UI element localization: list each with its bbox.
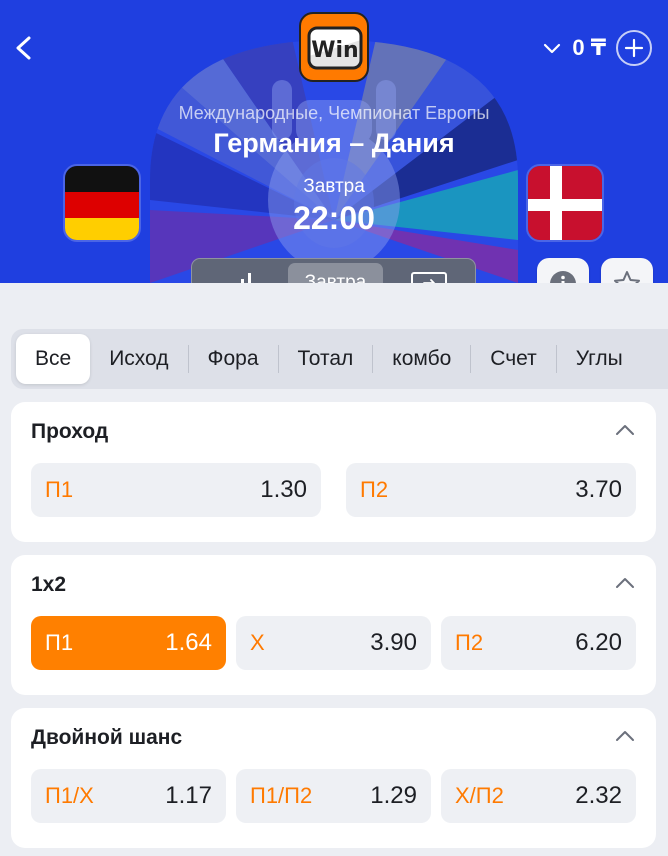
tab-handicap[interactable]: Фора [189,334,278,384]
odd-value: 1.64 [165,629,212,656]
odd-label: Х [250,630,265,655]
tv-screen-icon [410,272,447,283]
odd-value: 6.20 [575,629,622,656]
tab-score[interactable]: Счет [471,334,555,384]
chevron-left-icon [16,36,31,60]
chevron-down-icon[interactable] [542,38,562,58]
odd-button[interactable]: П2 6.20 [441,616,636,670]
odd-button-selected[interactable]: П1 1.64 [31,616,226,670]
app-logo: Win [299,12,369,82]
odd-value: 2.32 [575,782,622,809]
odd-label: П2 [455,630,484,655]
info-button[interactable] [537,258,589,283]
odd-button[interactable]: П1 1.30 [31,463,321,517]
tab-outcome[interactable]: Исход [90,334,187,384]
odd-button[interactable]: П1/П2 1.29 [236,769,431,823]
odd-label: П1 [45,477,74,502]
tv-tab[interactable] [387,263,471,283]
tomorrow-tab[interactable]: Завтра [288,263,383,283]
germany-flag [63,164,141,242]
market-title: Двойной шанс [31,726,183,749]
plus-icon [624,38,644,58]
tournament-name: Международные, Чемпионат Европы [178,103,490,123]
odd-button[interactable]: Х 3.90 [236,616,431,670]
odd-label: П2 [360,477,389,502]
match-header: Win 0 ₸ Международные, Чемпионат Европы … [0,0,668,283]
chevron-up-icon[interactable] [614,575,636,591]
info-icon [550,271,576,283]
odd-button[interactable]: Х/П2 2.32 [441,769,636,823]
chevron-up-icon[interactable] [614,728,636,744]
tab-total[interactable]: Тотал [279,334,373,384]
tab-corners[interactable]: Углы [557,334,642,384]
add-funds-button[interactable] [616,30,652,66]
odd-value: 1.29 [370,782,417,809]
tab-all[interactable]: Все [16,334,91,384]
odd-value: 3.70 [575,476,622,503]
market-card-1x2: 1х2 П1 1.64 Х 3.90 П2 6.20 [11,555,656,695]
stats-tab[interactable] [196,263,284,283]
match-view-switch: Завтра [191,258,476,283]
tab-combo[interactable]: комбо [373,334,470,384]
svg-text:Win: Win [311,38,358,63]
odd-label: П1 [45,630,74,655]
match-title: Германия – Дания [213,128,455,158]
market-title: Проход [31,420,109,443]
odd-value: 1.17 [165,782,212,809]
balance-amount[interactable]: 0 ₸ [572,35,606,61]
signal-bars-icon [241,273,252,283]
odd-value: 3.90 [370,629,417,656]
market-title: 1х2 [31,573,67,596]
denmark-flag [526,164,604,242]
market-tabs: Все Исход Фора Тотал комбо Счет Углы [11,329,668,389]
star-icon [614,271,640,283]
favorite-button[interactable] [601,258,653,283]
balance-area: 0 ₸ [542,30,652,66]
odd-label: П1/П2 [250,783,313,808]
odd-value: 1.30 [260,476,307,503]
back-button[interactable] [8,30,40,66]
market-card-double-chance: Двойной шанс П1/Х 1.17 П1/П2 1.29 Х/П2 2… [11,708,656,848]
odd-button[interactable]: П1/Х 1.17 [31,769,226,823]
market-card-qualification: Проход П1 1.30 П2 3.70 [11,402,656,542]
odd-button[interactable]: П2 3.70 [346,463,636,517]
chevron-up-icon[interactable] [614,422,636,438]
odd-label: Х/П2 [455,783,504,808]
odd-label: П1/Х [45,783,94,808]
